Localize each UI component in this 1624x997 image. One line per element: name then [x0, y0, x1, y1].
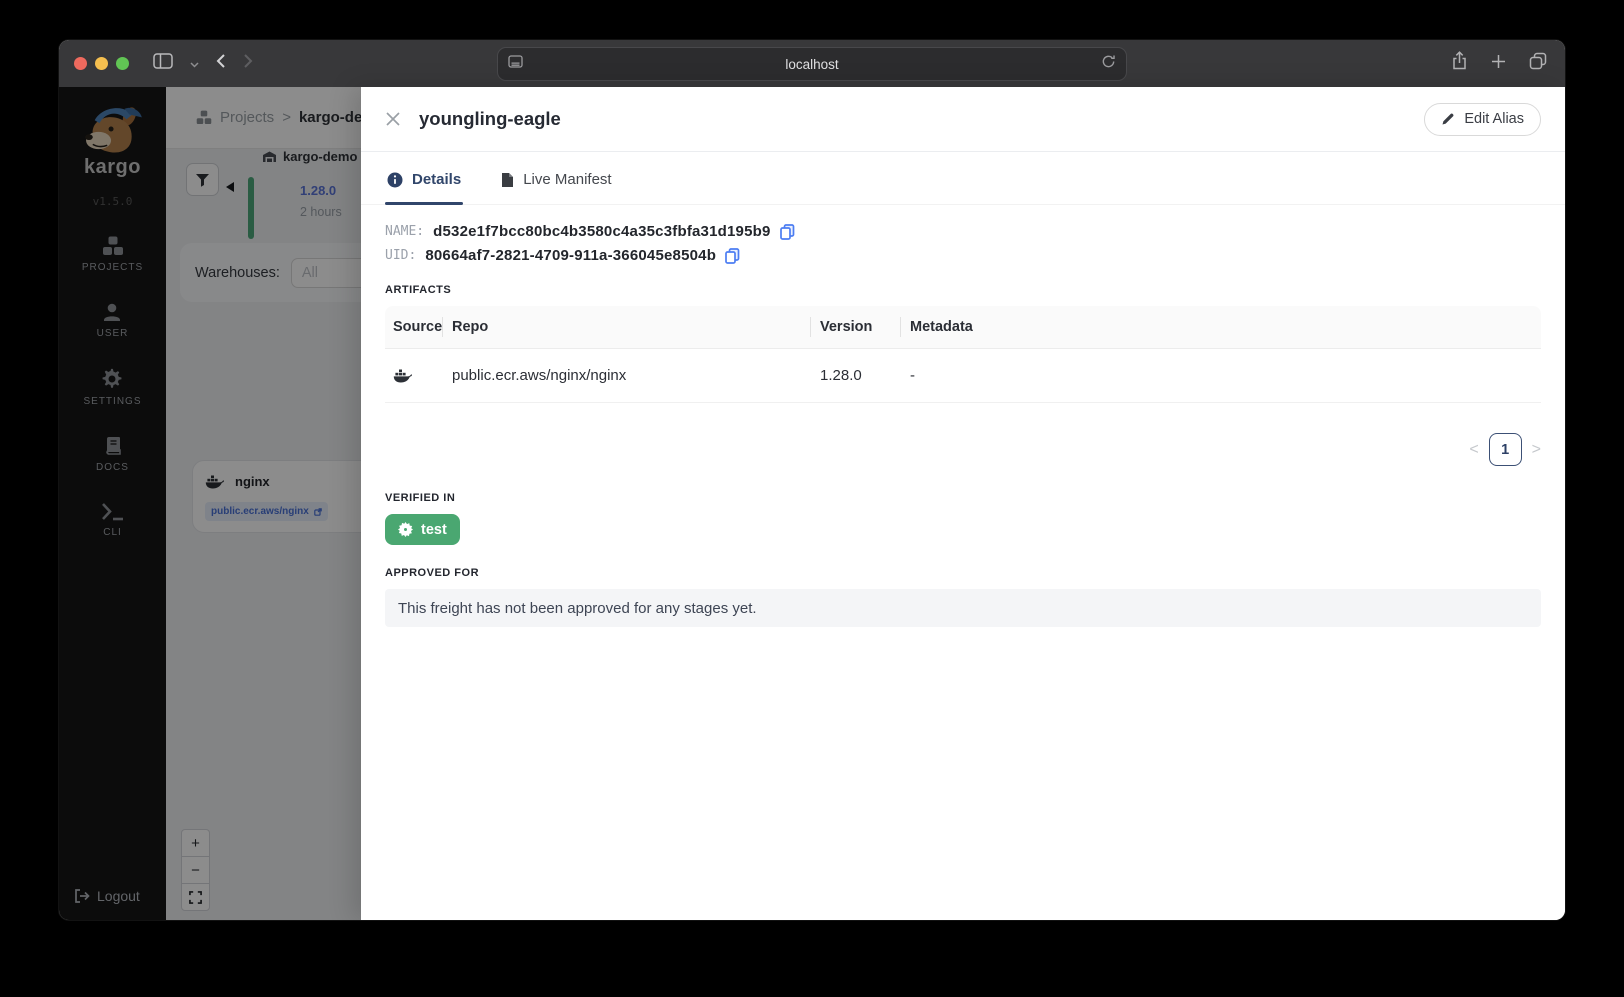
- artifacts-table: Source Repo Version Metadata public.ecr.…: [385, 306, 1541, 403]
- info-icon: [387, 172, 403, 187]
- pagination: < 1 >: [385, 433, 1541, 466]
- back-button[interactable]: [216, 53, 226, 74]
- copy-icon[interactable]: [779, 223, 795, 240]
- pencil-icon: [1442, 113, 1454, 125]
- url-text: localhost: [785, 56, 839, 72]
- share-icon[interactable]: [1451, 51, 1468, 76]
- drawer-tabs: Details Live Manifest: [361, 152, 1565, 205]
- column-header-version: Version: [810, 306, 900, 348]
- address-bar[interactable]: localhost: [497, 47, 1127, 81]
- pagination-prev-icon[interactable]: <: [1469, 441, 1478, 459]
- website-settings-icon[interactable]: [508, 55, 523, 73]
- edit-alias-button[interactable]: Edit Alias: [1424, 102, 1541, 136]
- freight-uid-row: UID: 80664af7-2821-4709-911a-366045e8504…: [385, 247, 1541, 264]
- freight-alias-title: youngling-eagle: [419, 108, 561, 129]
- close-icon[interactable]: [385, 111, 401, 127]
- approved-for-heading: APPROVED FOR: [385, 567, 480, 579]
- edit-alias-label: Edit Alias: [1464, 111, 1524, 127]
- tab-overview-icon[interactable]: [1529, 52, 1547, 75]
- stage-badge-label: test: [421, 521, 447, 538]
- docker-icon: [393, 369, 412, 383]
- zoom-window-button[interactable]: [116, 57, 129, 70]
- chevron-down-icon[interactable]: [190, 55, 199, 73]
- browser-window: localhost kargo v1.5.0 PROJECTS USER SET…: [59, 40, 1565, 920]
- pagination-next-icon[interactable]: >: [1532, 441, 1541, 459]
- table-row: public.ecr.aws/nginx/nginx 1.28.0 -: [385, 349, 1541, 403]
- verified-in-heading: VERIFIED IN: [385, 492, 456, 504]
- drawer-backdrop[interactable]: [59, 87, 361, 920]
- copy-icon[interactable]: [725, 247, 740, 264]
- forward-button[interactable]: [243, 53, 253, 74]
- reload-icon[interactable]: [1101, 54, 1116, 74]
- stage-badge-test[interactable]: test: [385, 514, 460, 545]
- freight-details-drawer: youngling-eagle Edit Alias Details Live …: [361, 87, 1565, 920]
- freight-name-value: d532e1f7bcc80bc4b3580c4a35c3fbfa31d195b9: [433, 223, 771, 240]
- close-window-button[interactable]: [74, 57, 87, 70]
- approved-for-empty-message: This freight has not been approved for a…: [385, 589, 1541, 627]
- new-tab-icon[interactable]: [1491, 54, 1506, 74]
- artifacts-heading: ARTIFACTS: [385, 284, 452, 296]
- tab-label: Details: [412, 171, 462, 188]
- stage-seal-icon: [398, 522, 413, 537]
- tab-details[interactable]: Details: [385, 152, 464, 205]
- artifact-repo-cell: public.ecr.aws/nginx/nginx: [452, 367, 627, 384]
- uid-label: UID:: [385, 248, 417, 263]
- traffic-lights: [74, 40, 129, 87]
- artifact-source-cell: [385, 368, 442, 383]
- column-header-repo: Repo: [442, 306, 810, 348]
- column-header-source: Source: [393, 319, 443, 335]
- artifact-metadata-cell: -: [910, 367, 915, 384]
- tab-label: Live Manifest: [523, 171, 612, 188]
- tab-live-manifest[interactable]: Live Manifest: [499, 152, 613, 204]
- minimize-window-button[interactable]: [95, 57, 108, 70]
- freight-name-row: NAME: d532e1f7bcc80bc4b3580c4a35c3fbfa31…: [385, 223, 1541, 240]
- browser-titlebar: localhost: [59, 40, 1565, 88]
- column-header-metadata: Metadata: [900, 306, 1541, 348]
- sidebar-toggle-icon[interactable]: [153, 53, 173, 74]
- desktop-background: localhost kargo v1.5.0 PROJECTS USER SET…: [0, 0, 1624, 997]
- pagination-page-1[interactable]: 1: [1488, 433, 1522, 466]
- artifact-version-cell: 1.28.0: [820, 367, 862, 384]
- freight-uid-value: 80664af7-2821-4709-911a-366045e8504b: [425, 247, 717, 264]
- name-label: NAME:: [385, 224, 425, 239]
- file-icon: [502, 172, 514, 187]
